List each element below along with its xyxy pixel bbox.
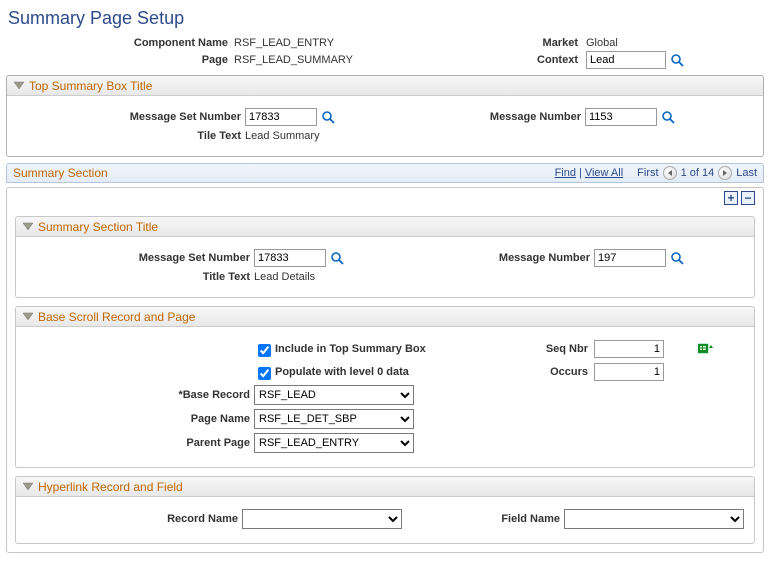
msg-set-number-input[interactable] [245,108,317,126]
msg-number-input[interactable] [585,108,657,126]
include-in-top-summary-checkbox[interactable] [258,344,271,357]
title-text-value: Lead Details [254,271,315,283]
collapse-icon[interactable] [22,311,34,322]
record-name-label: Record Name [26,513,242,525]
msg-set-number-label: Message Set Number [17,111,245,123]
prev-row-icon[interactable] [663,166,677,180]
page-name-select[interactable]: RSF_LE_DET_SBP [254,409,414,429]
view-all-link[interactable]: View All [585,167,623,179]
first-link[interactable]: First [637,167,658,179]
collapse-icon[interactable] [22,481,34,492]
market-value: Global [586,37,618,49]
field-name-select[interactable] [564,509,744,529]
section-title-base-scroll: Base Scroll Record and Page [38,310,195,324]
page-title: Summary Page Setup [8,8,764,29]
context-lookup-icon[interactable] [670,53,684,67]
summary-section-title-box: Summary Section Title Message Set Number… [15,216,755,298]
component-name-label: Component Name [6,37,234,49]
base-scroll-record-box: Base Scroll Record and Page Include in T… [15,306,755,468]
section-title-top-summary-box: Top Summary Box Title [29,79,152,93]
collapse-icon[interactable] [22,221,34,232]
insert-row-icon[interactable] [698,342,714,356]
sec-msg-set-input[interactable] [254,249,326,267]
top-summary-box-section: Top Summary Box Title Message Set Number… [6,75,764,157]
find-link[interactable]: Find [555,167,576,179]
sec-msg-set-label: Message Set Number [26,252,254,264]
occurs-input[interactable] [594,363,664,381]
hyperlink-record-box: Hyperlink Record and Field Record Name F… [15,476,755,544]
page-name-label: Page Name [26,413,254,425]
sec-msg-num-label: Message Number [464,252,594,264]
context-input[interactable] [586,51,666,69]
msg-number-lookup-icon[interactable] [661,110,675,124]
parent-page-label: Parent Page [26,437,254,449]
record-name-select[interactable] [242,509,402,529]
summary-section-title: Summary Section [13,166,555,180]
seq-nbr-input[interactable] [594,340,664,358]
tile-text-value: Lead Summary [245,130,320,142]
sec-msg-num-lookup-icon[interactable] [670,251,684,265]
delete-row-button[interactable]: − [741,191,755,205]
populate-level0-checkbox[interactable] [258,367,271,380]
context-label: Context [526,54,584,66]
summary-section-scrollbar: Summary Section Find | View All First 1 … [6,163,764,183]
page-label: Page [6,54,234,66]
last-link[interactable]: Last [736,167,757,179]
next-row-icon[interactable] [718,166,732,180]
collapse-icon[interactable] [13,80,25,91]
add-row-button[interactable]: + [724,191,738,205]
occurs-label: Occurs [514,366,594,378]
summary-section-scroll-body: + − Summary Section Title Message Set Nu… [6,187,764,553]
include-label: Include in Top Summary Box [275,343,426,355]
sec-msg-num-input[interactable] [594,249,666,267]
populate-label: Populate with level 0 data [275,366,409,378]
page-value: RSF_LEAD_SUMMARY [234,54,353,66]
field-name-label: Field Name [441,513,564,525]
row-counter-text: 1 of 14 [681,167,715,179]
sec-msg-set-lookup-icon[interactable] [330,251,344,265]
msg-set-lookup-icon[interactable] [321,110,335,124]
section-title-summary-section-title: Summary Section Title [38,220,158,234]
component-name-value: RSF_LEAD_ENTRY [234,37,334,49]
parent-page-select[interactable]: RSF_LEAD_ENTRY [254,433,414,453]
tile-text-label: Tile Text [17,130,245,142]
title-text-label: Title Text [26,271,254,283]
base-record-label: *Base Record [26,389,254,401]
msg-number-label: Message Number [455,111,585,123]
seq-nbr-label: Seq Nbr [514,343,594,355]
section-title-hyperlink: Hyperlink Record and Field [38,480,183,494]
market-label: Market [526,37,584,49]
base-record-select[interactable]: RSF_LEAD [254,385,414,405]
